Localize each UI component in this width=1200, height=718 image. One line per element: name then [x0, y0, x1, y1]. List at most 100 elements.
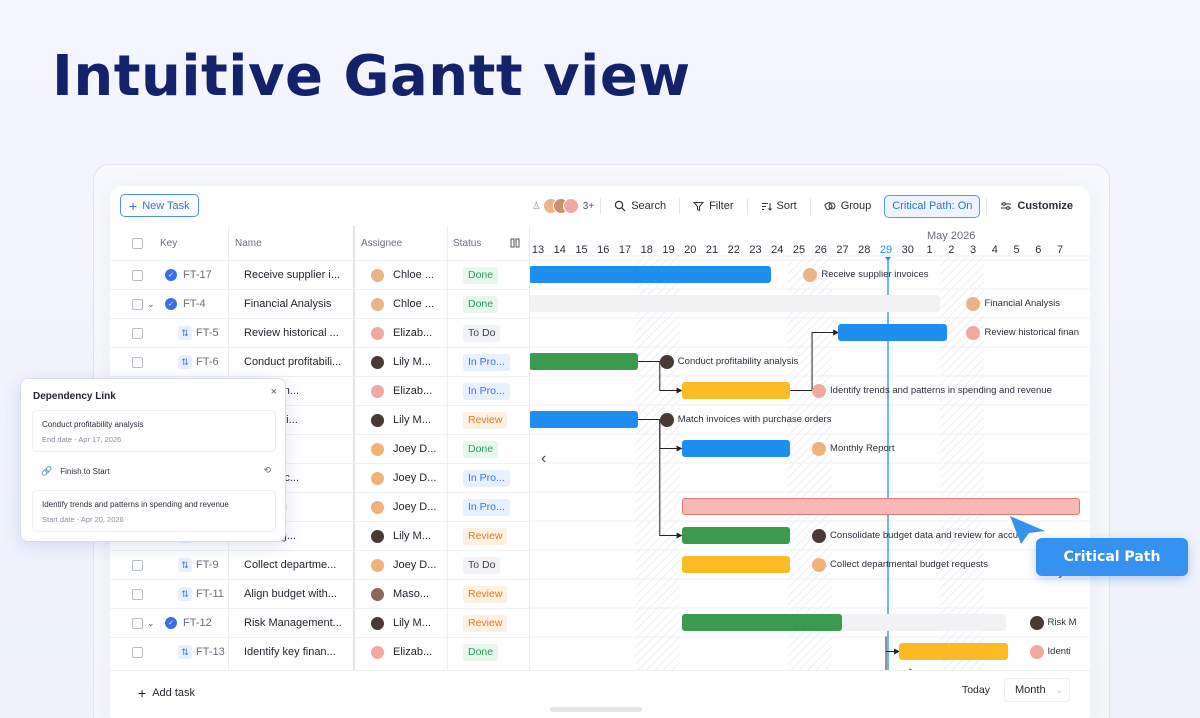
status-badge[interactable]: Done: [463, 435, 499, 463]
assignee-name[interactable]: Chloe ...: [393, 261, 434, 289]
task-key[interactable]: FT-6: [196, 348, 219, 376]
predecessor-card[interactable]: Conduct profitability analysis End date …: [32, 410, 276, 452]
task-name[interactable]: Collect departme...: [244, 551, 336, 579]
status-badge[interactable]: Review: [463, 406, 508, 434]
gantt-bar[interactable]: [838, 324, 947, 341]
row-checkbox[interactable]: [132, 319, 143, 347]
assignee-name[interactable]: Joey D...: [393, 551, 436, 579]
assignee-name[interactable]: Elizab...: [393, 377, 432, 405]
task-name[interactable]: Financial Analysis: [244, 290, 331, 318]
new-task-button[interactable]: + New Task: [120, 194, 199, 217]
task-name[interactable]: Review historical ...: [244, 319, 339, 347]
assignee-name[interactable]: Elizab...: [393, 319, 432, 347]
table-row[interactable]: ⇅ FT-11 Align budget with... Maso... Review: [110, 579, 530, 608]
task-key[interactable]: FT-11: [196, 580, 224, 608]
task-name[interactable]: Receive supplier i...: [244, 261, 340, 289]
status-badge[interactable]: In Pro...: [463, 348, 510, 376]
search-button[interactable]: Search: [607, 194, 673, 218]
gantt-bar[interactable]: [899, 643, 1008, 660]
assignee-name[interactable]: Chloe ...: [393, 290, 434, 318]
assignee-name[interactable]: Joey D...: [393, 464, 436, 492]
gantt-bar[interactable]: [530, 266, 771, 283]
assignee-name[interactable]: Lily M...: [393, 348, 431, 376]
today-button[interactable]: Today: [962, 684, 990, 696]
task-key[interactable]: FT-12: [183, 609, 212, 637]
gantt-bar[interactable]: [681, 556, 791, 573]
table-row[interactable]: ⇅ FT-9 Collect departme... Joey D... To Do: [110, 550, 530, 579]
chevron-down-icon[interactable]: ⌄: [147, 290, 155, 318]
gantt-bar[interactable]: [530, 295, 941, 312]
status-badge[interactable]: Done: [463, 261, 499, 289]
month-select[interactable]: Month ⌄: [1004, 678, 1070, 702]
select-all-checkbox[interactable]: [132, 228, 143, 258]
horizontal-scrollbar[interactable]: [550, 707, 642, 712]
table-row[interactable]: ✓ FT-17 Receive supplier i... Chloe ... Done: [110, 260, 530, 289]
close-icon[interactable]: ×: [271, 386, 277, 398]
columns-icon[interactable]: [510, 228, 520, 258]
scroll-left-button[interactable]: ‹: [541, 450, 546, 468]
task-name[interactable]: Risk Management...: [244, 609, 342, 637]
row-checkbox[interactable]: [132, 609, 143, 637]
customize-button[interactable]: Customize: [993, 194, 1080, 218]
chevron-down-icon[interactable]: ⌄: [147, 609, 155, 637]
status-badge[interactable]: In Pro...: [463, 493, 510, 521]
assignee-name[interactable]: Joey D...: [393, 435, 436, 463]
gantt-bar[interactable]: [681, 614, 843, 631]
status-badge[interactable]: Review: [463, 580, 508, 608]
assignee-name[interactable]: Lily M...: [393, 609, 431, 637]
assignee-avatars[interactable]: ♙ 3+: [532, 198, 594, 214]
status-badge[interactable]: Review: [463, 522, 508, 550]
filter-button[interactable]: Filter: [686, 194, 740, 218]
link-type[interactable]: 🔗 Finish to Start: [41, 466, 110, 477]
row-checkbox[interactable]: [132, 261, 143, 289]
avatar: [966, 325, 981, 340]
assignee-name[interactable]: Lily M...: [393, 406, 431, 434]
status-badge[interactable]: To Do: [463, 551, 501, 579]
task-key[interactable]: FT-17: [183, 261, 212, 289]
status-badge[interactable]: Done: [463, 638, 499, 666]
assignee-name[interactable]: Joey D...: [393, 493, 436, 521]
month-select-value: Month: [1015, 684, 1046, 696]
task-key[interactable]: FT-13: [196, 638, 225, 666]
critical-path-toggle[interactable]: Critical Path: On: [884, 194, 981, 218]
table-row[interactable]: ⌄ ✓ FT-4 Financial Analysis Chloe ... Done: [110, 289, 530, 318]
gantt-bar[interactable]: [681, 527, 791, 544]
gantt-bar[interactable]: [681, 382, 791, 399]
assignee-name[interactable]: Maso...: [393, 580, 429, 608]
table-row[interactable]: ⌄ ✓ FT-12 Risk Management... Lily M... Review: [110, 608, 530, 637]
assignee-name[interactable]: Elizab...: [393, 638, 432, 666]
header-assignee[interactable]: Assignee: [361, 228, 402, 258]
table-row[interactable]: ⇅ FT-6 Conduct profitabili... Lily M... In P…: [110, 347, 530, 376]
row-checkbox[interactable]: [132, 551, 143, 579]
header-name[interactable]: Name: [235, 228, 262, 258]
swap-icon[interactable]: ⟲: [263, 465, 271, 476]
group-button[interactable]: Group: [817, 194, 879, 218]
header-status[interactable]: Status: [453, 228, 481, 258]
task-name[interactable]: Identify key finan...: [244, 638, 336, 666]
row-checkbox[interactable]: [132, 580, 143, 608]
sort-button[interactable]: Sort: [754, 194, 804, 218]
header-key[interactable]: Key: [160, 228, 177, 258]
task-name[interactable]: Conduct profitabili...: [244, 348, 341, 376]
row-checkbox[interactable]: [132, 290, 143, 318]
task-name[interactable]: Align budget with...: [244, 580, 337, 608]
gantt-bar[interactable]: [530, 411, 639, 428]
gantt-bar[interactable]: [530, 353, 639, 370]
task-key[interactable]: FT-4: [183, 290, 206, 318]
row-checkbox[interactable]: [132, 348, 143, 376]
status-badge[interactable]: Review: [463, 609, 508, 637]
assignee-name[interactable]: Lily M...: [393, 522, 431, 550]
dependency-link-panel: Dependency Link × Conduct profitability …: [20, 378, 286, 542]
task-key[interactable]: FT-5: [196, 319, 219, 347]
status-badge[interactable]: Done: [463, 290, 499, 318]
row-checkbox[interactable]: [132, 638, 143, 666]
add-task-button[interactable]: + Add task: [138, 685, 195, 701]
status-badge[interactable]: In Pro...: [463, 464, 510, 492]
status-badge[interactable]: To Do: [463, 319, 501, 347]
gantt-bar[interactable]: [681, 440, 791, 457]
task-key[interactable]: FT-9: [196, 551, 219, 579]
table-row[interactable]: ⇅ FT-13 Identify key finan... Elizab... Done: [110, 637, 530, 666]
status-badge[interactable]: In Pro...: [463, 377, 510, 405]
successor-card[interactable]: Identify trends and patterns in spending…: [32, 490, 276, 532]
table-row[interactable]: ⇅ FT-5 Review historical ... Elizab... To Do: [110, 318, 530, 347]
